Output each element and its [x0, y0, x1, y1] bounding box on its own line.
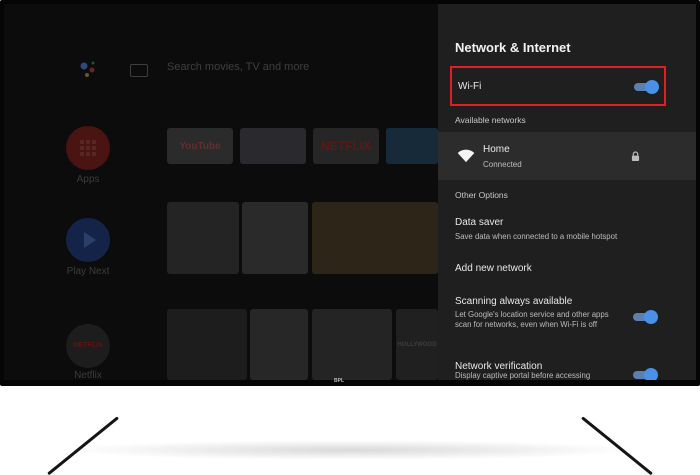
verification-toggle[interactable]: [633, 368, 658, 380]
apps-label: Apps: [76, 174, 100, 185]
wifi-label: Wi-Fi: [458, 81, 482, 92]
scanning-toggle[interactable]: [633, 310, 658, 324]
content-tile-4[interactable]: [167, 309, 247, 380]
other-options-header: Other Options: [455, 190, 508, 200]
google-assistant-icon[interactable]: [77, 59, 99, 81]
lock-icon: [631, 151, 640, 161]
youtube-tile-label: YouTube: [179, 140, 221, 152]
network-status: Connected: [483, 160, 522, 169]
network-name: Home: [483, 144, 510, 155]
wifi-signal-icon: [457, 149, 475, 163]
netflix-badge: NETFLIX: [73, 342, 103, 349]
app-tile-2[interactable]: [240, 128, 306, 164]
app-tile-4[interactable]: [386, 128, 438, 164]
network-settings-panel: Network & Internet Wi-Fi Available netwo…: [438, 4, 696, 380]
content-tile-2[interactable]: [242, 202, 308, 274]
scanning-toggle-knob: [644, 310, 658, 324]
tv-frame: Search movies, TV and more Apps Play Nex…: [0, 0, 700, 386]
scanning-title: Scanning always available: [455, 296, 573, 307]
wifi-toggle-knob: [645, 80, 659, 94]
available-networks-header: Available networks: [455, 115, 526, 125]
content-tile-5[interactable]: [250, 309, 308, 380]
play-next-label: Play Next: [66, 266, 110, 277]
netflix-tile-label: NETFLIX: [321, 139, 371, 153]
panel-title: Network & Internet: [455, 40, 571, 55]
verification-toggle-knob: [644, 368, 658, 380]
search-bar[interactable]: Search movies, TV and more: [167, 61, 309, 73]
data-saver-title: Data saver: [455, 217, 504, 228]
wifi-toggle[interactable]: [634, 80, 659, 94]
netflix-tile[interactable]: NETFLIX: [313, 128, 379, 164]
data-saver-subtitle: Save data when connected to a mobile hot…: [455, 232, 618, 241]
add-new-network-title: Add new network: [455, 263, 532, 274]
content-tile-6[interactable]: [312, 309, 392, 380]
hollywood-tile[interactable]: HOLLYWOOD: [396, 309, 438, 380]
network-verification-subtitle: Display captive portal before accessing: [455, 371, 591, 380]
youtube-tile[interactable]: YouTube: [167, 128, 233, 164]
netflix-app-icon[interactable]: NETFLIX: [66, 324, 110, 368]
scanning-subtitle: Let Google's location service and other …: [455, 310, 609, 329]
network-item-home[interactable]: Home Connected: [438, 132, 696, 180]
hollywood-tile-label: HOLLYWOOD: [397, 341, 437, 348]
netflix-label: Netflix: [74, 370, 102, 380]
keyboard-icon[interactable]: [130, 64, 148, 77]
brand-logo: BPL: [334, 378, 344, 384]
content-tile-1[interactable]: [167, 202, 239, 274]
apps-icon[interactable]: [66, 126, 110, 170]
tv-screen: Search movies, TV and more Apps Play Nex…: [4, 4, 696, 380]
play-next-icon[interactable]: [66, 218, 110, 262]
floor-shadow: [60, 440, 640, 460]
home-screen: Search movies, TV and more Apps Play Nex…: [4, 4, 438, 380]
wifi-row[interactable]: Wi-Fi: [450, 66, 666, 106]
content-tile-3[interactable]: [312, 202, 438, 274]
